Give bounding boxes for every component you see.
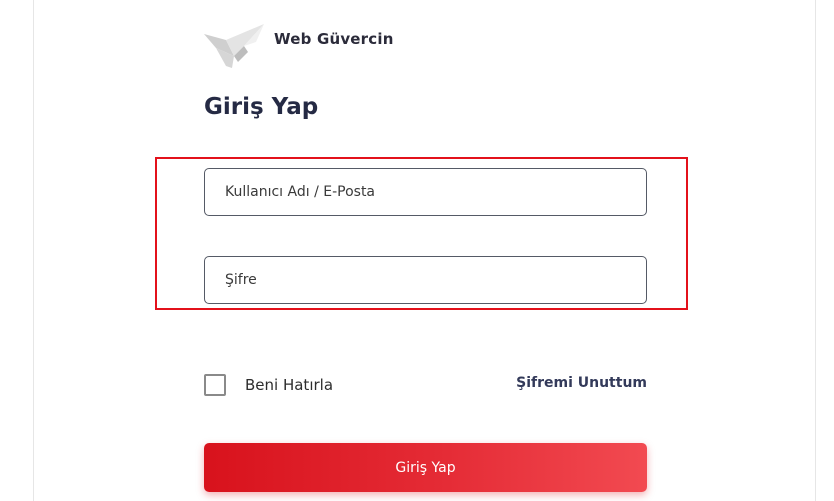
dove-logo-icon: [204, 24, 264, 68]
brand-name: Web Güvercin: [274, 30, 394, 48]
remember-me-checkbox[interactable]: [204, 374, 226, 396]
password-input[interactable]: [204, 256, 647, 304]
forgot-password-link[interactable]: Şifremi Unuttum: [516, 375, 647, 391]
remember-me-label: Beni Hatırla: [245, 376, 334, 394]
username-input[interactable]: [204, 168, 647, 216]
login-page: Web Güvercin Giriş Yap Beni Hatırla Şifr…: [0, 0, 834, 501]
login-button[interactable]: Giriş Yap: [204, 443, 647, 492]
page-title: Giriş Yap: [204, 94, 319, 120]
remember-me-toggle[interactable]: Beni Hatırla: [204, 374, 333, 396]
